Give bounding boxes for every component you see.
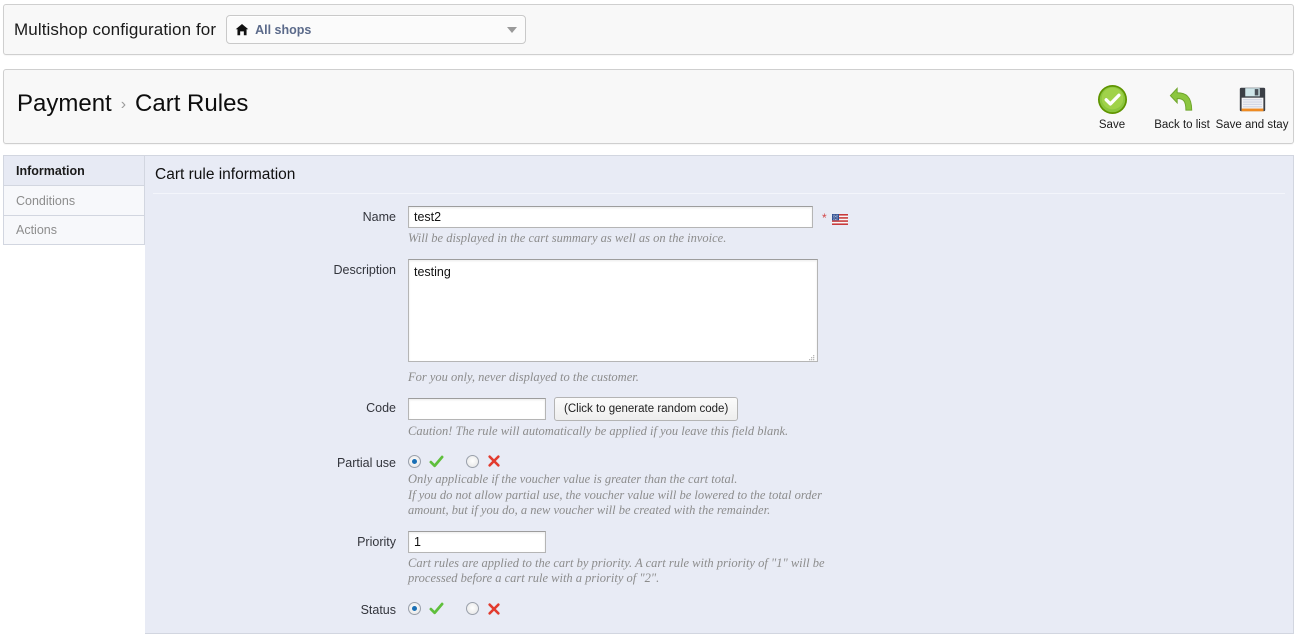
form-tabs: Information Conditions Actions: [3, 155, 145, 245]
green-check-icon: [429, 601, 444, 616]
save-button[interactable]: Save: [1077, 78, 1147, 131]
tab-actions[interactable]: Actions: [3, 215, 145, 245]
tab-actions-label: Actions: [16, 223, 57, 237]
chevron-down-icon: [507, 26, 518, 33]
page-title: Cart Rules: [135, 90, 249, 117]
green-check-icon: [429, 454, 444, 469]
status-disabled-radio[interactable]: [466, 602, 479, 615]
priority-hint-line-1: Cart rules are applied to the cart by pr…: [408, 555, 825, 570]
description-hint: For you only, never displayed to the cus…: [408, 369, 639, 384]
field-row-code: Code (Click to generate random code) Cau…: [145, 397, 1293, 440]
name-input[interactable]: [408, 206, 813, 228]
shop-selector-value: All shops: [255, 22, 312, 37]
status-radio-group: [408, 599, 1293, 616]
save-button-label: Save: [1098, 119, 1126, 131]
priority-label: Priority: [357, 534, 396, 549]
tab-conditions[interactable]: Conditions: [3, 185, 145, 215]
partial-use-radio-group: [408, 452, 1293, 469]
header-toolbar: Save Back to list Save and stay: [1077, 78, 1289, 131]
priority-hint-line-2: processed before a cart rule with a prio…: [408, 571, 660, 586]
partial-use-hint-line-2: If you do not allow partial use, the vou…: [408, 487, 822, 502]
page-header: Payment › Cart Rules Save Back to list S…: [3, 69, 1294, 144]
shop-selector[interactable]: All shops: [226, 15, 527, 44]
partial-use-no-radio[interactable]: [466, 454, 479, 468]
form-title: Cart rule information: [155, 166, 296, 183]
home-icon: [235, 23, 249, 37]
floppy-disk-icon: [1238, 81, 1267, 117]
code-label: Code: [366, 401, 396, 416]
partial-use-hint-line-3: amount, but if you do, a new voucher wil…: [408, 503, 771, 518]
partial-use-hint-line-1: Only applicable if the voucher value is …: [408, 471, 738, 486]
status-label: Status: [360, 603, 396, 617]
red-cross-icon: [487, 454, 501, 468]
field-row-status: Status: [145, 599, 1293, 617]
status-enabled-radio[interactable]: [408, 602, 421, 615]
green-back-arrow-icon: [1167, 81, 1198, 117]
required-asterisk: *: [822, 211, 827, 225]
description-textarea[interactable]: [408, 258, 818, 362]
breadcrumb: Payment › Cart Rules: [17, 90, 248, 118]
save-and-stay-button-label: Save and stay: [1215, 119, 1289, 131]
generate-random-code-button[interactable]: (Click to generate random code): [554, 397, 739, 422]
name-hint: Will be displayed in the cart summary as…: [408, 231, 727, 245]
description-label: Description: [333, 262, 396, 277]
red-cross-icon: [487, 602, 501, 616]
save-and-stay-button[interactable]: Save and stay: [1215, 78, 1289, 131]
partial-use-label: Partial use: [336, 455, 396, 470]
name-label: Name: [362, 210, 396, 224]
code-hint: Caution! The rule will automatically be …: [408, 424, 789, 439]
breadcrumb-separator-icon: ›: [120, 96, 127, 113]
cart-rule-form-panel: Cart rule information Name *: [145, 155, 1294, 634]
field-row-priority: Priority Cart rules are applied to the c…: [145, 530, 1293, 587]
field-row-name: Name *: [145, 206, 1293, 247]
tab-information[interactable]: Information: [3, 155, 145, 185]
partial-use-yes-radio[interactable]: [408, 454, 421, 468]
us-flag-icon[interactable]: [831, 212, 848, 225]
field-row-description: Description testing For you only, never …: [145, 258, 1293, 386]
green-check-circle-icon: [1097, 81, 1128, 117]
field-row-partial-use: Partial use Only applicable if the vouch…: [145, 452, 1293, 519]
code-input[interactable]: [408, 398, 546, 421]
tab-information-label: Information: [16, 163, 85, 178]
breadcrumb-parent[interactable]: Payment: [17, 90, 112, 118]
back-to-list-button[interactable]: Back to list: [1147, 78, 1217, 131]
multishop-label: Multishop configuration for: [14, 19, 217, 39]
back-to-list-button-label: Back to list: [1154, 119, 1210, 131]
multishop-bar: Multishop configuration for All shops: [3, 4, 1294, 55]
form-title-divider: [153, 193, 1285, 194]
tab-conditions-label: Conditions: [16, 193, 76, 208]
priority-input[interactable]: [408, 530, 546, 553]
